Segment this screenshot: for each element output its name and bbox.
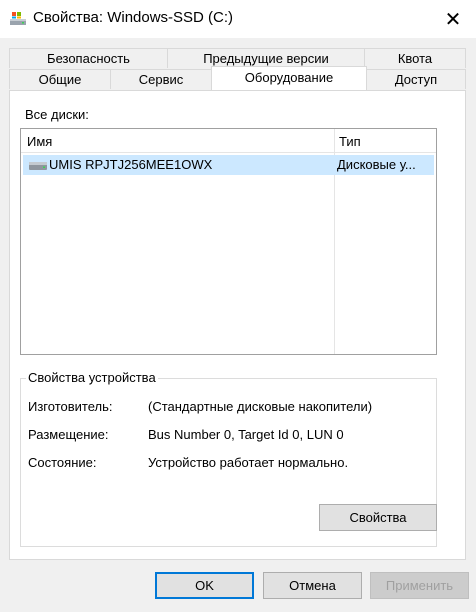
- list-item[interactable]: UMIS RPJTJ256MEE1OWX Дисковые у...: [23, 155, 434, 175]
- button-label: OK: [195, 578, 214, 593]
- button-label: Отмена: [289, 578, 336, 593]
- window-title: Свойства: Windows-SSD (C:): [33, 9, 234, 26]
- cancel-button[interactable]: Отмена: [263, 572, 362, 599]
- location-label: Размещение:: [28, 427, 109, 442]
- list-header: Имя Тип: [21, 129, 436, 153]
- tab-hardware[interactable]: Оборудование: [211, 66, 367, 90]
- title-bar: Свойства: Windows-SSD (C:) ✕: [0, 0, 476, 38]
- disk-icon: [29, 162, 47, 170]
- tab-security[interactable]: Безопасность: [9, 48, 168, 68]
- button-label: Свойства: [349, 510, 407, 525]
- drive-icon: [10, 12, 26, 25]
- tab-quota[interactable]: Квота: [364, 48, 466, 68]
- column-name-header[interactable]: Имя: [27, 134, 52, 149]
- status-label: Состояние:: [28, 455, 97, 470]
- all-disks-label: Все диски:: [25, 107, 89, 122]
- disk-name: UMIS RPJTJ256MEE1OWX: [49, 157, 213, 172]
- apply-button[interactable]: Применить: [370, 572, 469, 599]
- ok-button[interactable]: OK: [155, 572, 254, 599]
- tab-label: Сервис: [138, 72, 184, 87]
- tab-label: Квота: [397, 51, 433, 66]
- disk-type: Дисковые у...: [337, 157, 416, 172]
- status-value: Устройство работает нормально.: [148, 455, 349, 470]
- column-type-header[interactable]: Тип: [339, 134, 361, 149]
- manufacturer-label: Изготовитель:: [28, 399, 113, 414]
- location-value: Bus Number 0, Target Id 0, LUN 0: [148, 427, 344, 442]
- tab-label: Предыдущие версии: [203, 51, 329, 66]
- tab-tools[interactable]: Сервис: [110, 69, 212, 89]
- tab-previous-versions[interactable]: Предыдущие версии: [167, 48, 365, 68]
- tab-label: Безопасность: [47, 51, 130, 66]
- tab-label: Оборудование: [244, 70, 334, 85]
- tab-label: Доступ: [394, 72, 438, 87]
- device-properties-title: Свойства устройства: [26, 370, 158, 385]
- button-label: Применить: [385, 578, 454, 593]
- manufacturer-value: (Стандартные дисковые накопители): [148, 399, 373, 414]
- close-icon: ✕: [444, 8, 462, 31]
- tab-label: Общие: [38, 72, 82, 87]
- disks-list[interactable]: Имя Тип UMIS RPJTJ256MEE1OWX Дисковые у.…: [20, 128, 437, 355]
- tab-sharing[interactable]: Доступ: [366, 69, 466, 89]
- close-button[interactable]: ✕: [430, 0, 476, 38]
- tab-general[interactable]: Общие: [9, 69, 111, 89]
- device-properties-button[interactable]: Свойства: [319, 504, 437, 531]
